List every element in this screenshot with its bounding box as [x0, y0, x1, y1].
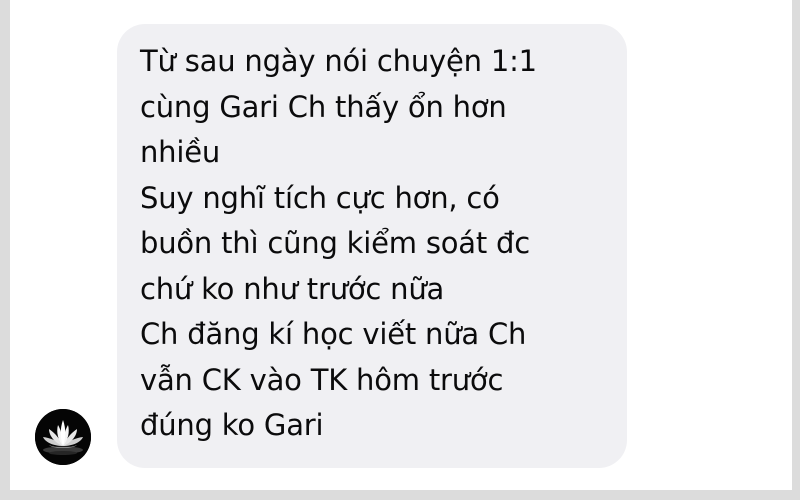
message-line: nhiều: [140, 135, 221, 169]
message-line: vẫn CK vào TK hôm trước: [140, 362, 504, 397]
chat-panel: Từ sau ngày nói chuyện 1:1 cùng Gari Ch …: [10, 0, 792, 490]
message-line: cùng Gari Ch thấy ổn hơn: [140, 89, 507, 124]
message-line: Suy nghĩ tích cực hơn, có: [140, 180, 500, 215]
lotus-flower-icon: [35, 409, 91, 465]
message-line: chứ ko như trước nữa: [140, 271, 445, 306]
message-line: Ch đăng kí học viết nữa Ch: [140, 317, 527, 351]
message-line: buồn thì cũng kiểm soát đc: [140, 226, 531, 260]
message-line: đúng ko Gari: [140, 408, 324, 442]
message-line: Từ sau ngày nói chuyện 1:1: [140, 44, 537, 78]
message-bubble[interactable]: Từ sau ngày nói chuyện 1:1 cùng Gari Ch …: [117, 24, 627, 468]
sender-avatar[interactable]: [35, 409, 91, 465]
